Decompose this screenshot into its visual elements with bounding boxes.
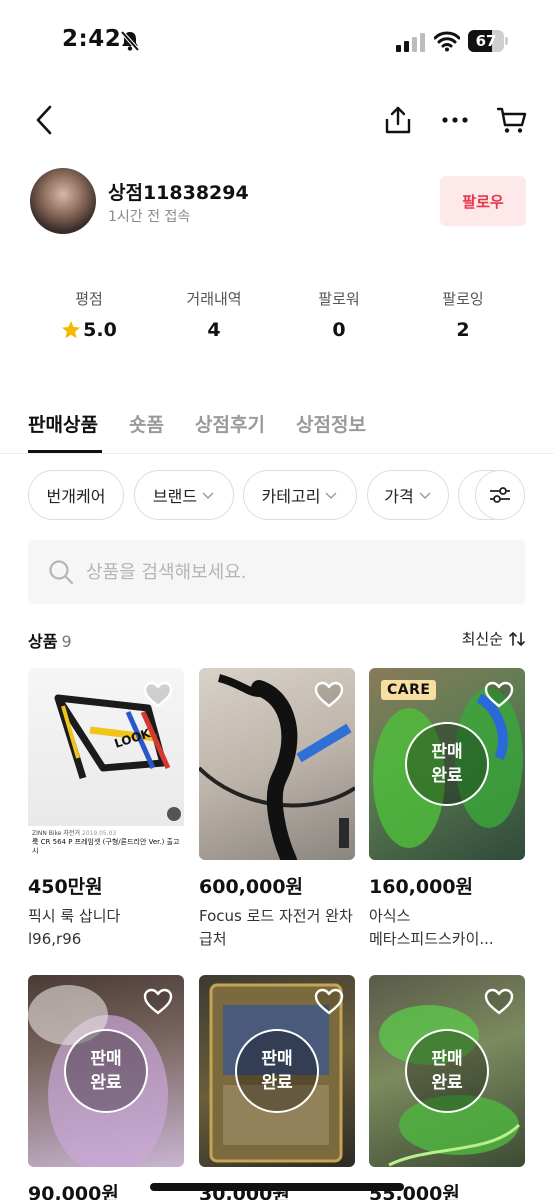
chevron-down-icon <box>202 492 214 499</box>
product-card[interactable]: CARE 판매 완료 160,000원 아식스 메타스피드스카이... <box>369 668 525 951</box>
chevron-down-icon <box>325 492 337 499</box>
product-price: 600,000원 <box>199 876 304 898</box>
sold-badge: 판매 완료 <box>405 1029 489 1113</box>
active-tab-indicator <box>28 450 102 453</box>
signal-icon <box>396 33 425 52</box>
chevron-left-icon <box>36 105 52 135</box>
status-time: 2:42 <box>62 26 122 52</box>
more-button[interactable] <box>431 92 479 148</box>
share-icon <box>385 106 411 134</box>
sort-icon <box>509 631 525 646</box>
product-image[interactable]: CARE 판매 완료 <box>369 668 525 860</box>
product-card[interactable]: 600,000원 Focus 로드 자전거 완차 급처 <box>199 668 355 951</box>
chip-care[interactable]: 번개케어 <box>28 470 124 520</box>
tab-products[interactable]: 판매상품 <box>28 410 98 437</box>
chip-label: 브랜드 <box>152 487 198 506</box>
home-indicator <box>150 1183 404 1191</box>
nav-bar <box>0 92 554 148</box>
shop-stats: 평점 5.0 거래내역 4 팔로워 0 팔로잉 2 <box>0 288 554 344</box>
product-card[interactable]: 판매 완료 90,000원 <box>28 975 184 1200</box>
list-title-label: 상품 <box>28 632 58 651</box>
stat-followers[interactable]: 팔로워 0 <box>279 288 399 341</box>
search-icon <box>49 560 74 585</box>
share-button[interactable] <box>374 92 422 148</box>
heart-icon[interactable] <box>483 680 515 708</box>
bell-muted-icon <box>120 30 140 52</box>
search-input[interactable] <box>86 561 486 583</box>
product-price: 450만원 <box>28 876 103 898</box>
product-card[interactable]: 판매 완료 55,000원 <box>369 975 525 1200</box>
product-title: 픽시 룩 삽니다 l96,r96 <box>28 907 121 948</box>
heart-icon[interactable] <box>313 680 345 708</box>
stat-label: 거래내역 <box>186 290 242 308</box>
stat-rating[interactable]: 평점 5.0 <box>29 288 149 341</box>
sold-badge: 판매 완료 <box>405 722 489 806</box>
heart-icon[interactable] <box>313 987 345 1015</box>
stat-value: 0 <box>332 319 346 341</box>
shop-name: 상점11838294 <box>108 182 249 204</box>
wifi-icon <box>434 31 460 52</box>
tab-reviews[interactable]: 상점후기 <box>195 410 265 437</box>
care-tag: CARE <box>381 680 437 700</box>
product-image[interactable] <box>199 668 355 860</box>
tab-shorts[interactable]: 숏폼 <box>129 410 164 437</box>
image-caption: ZINN Bike 자전거 2019.05.03 룩 CR 564 P 프레임셋… <box>28 826 184 860</box>
product-title-line: 아식스 <box>369 907 411 925</box>
list-title: 상품 9 <box>28 628 72 652</box>
product-price: 160,000원 <box>369 876 474 898</box>
product-title: Focus 로드 자전거 완차 급처 <box>199 907 353 948</box>
last-seen: 1시간 전 접속 <box>108 209 191 225</box>
battery-indicator: 67 <box>468 30 508 52</box>
heart-icon[interactable] <box>142 680 174 708</box>
frame-brand-text: LOOK <box>113 726 153 751</box>
shop-tabs: 판매상품 숏폼 상점후기 상점정보 <box>0 404 554 454</box>
status-bar: 2:42 67 <box>0 0 554 84</box>
chip-category[interactable]: 카테고리 <box>243 470 357 520</box>
product-title: 아식스 메타스피드스카이... <box>369 905 525 951</box>
product-image[interactable]: LOOK ZINN Bike 자전거 2019.05.03 룩 CR 564 P… <box>28 668 184 860</box>
star-icon <box>62 321 81 339</box>
sort-button[interactable]: 최신순 <box>462 628 525 649</box>
filter-settings-button[interactable] <box>475 470 525 520</box>
product-image[interactable]: 판매 완료 <box>28 975 184 1167</box>
stat-following[interactable]: 팔로잉 2 <box>403 288 523 341</box>
chip-label: 카테고리 <box>261 487 321 506</box>
sold-badge: 판매 완료 <box>235 1029 319 1113</box>
more-icon <box>442 117 468 123</box>
chip-price[interactable]: 가격 <box>367 470 449 520</box>
product-image[interactable]: 판매 완료 <box>199 975 355 1167</box>
stat-value: 4 <box>207 319 221 341</box>
product-card[interactable]: 판매 완료 30,000원 <box>199 975 355 1200</box>
stat-label: 평점 <box>75 290 103 308</box>
sliders-icon <box>490 487 510 503</box>
stat-transactions[interactable]: 거래내역 4 <box>154 288 274 341</box>
chip-label: 가격 <box>384 487 414 506</box>
back-button[interactable] <box>20 92 68 148</box>
heart-icon[interactable] <box>483 987 515 1015</box>
follow-button[interactable]: 팔로우 <box>440 176 526 226</box>
list-count: 9 <box>61 632 72 651</box>
stat-label: 팔로워 <box>318 290 360 308</box>
product-card[interactable]: LOOK ZINN Bike 자전거 2019.05.03 룩 CR 564 P… <box>28 668 184 951</box>
tab-shop-info[interactable]: 상점정보 <box>296 410 366 437</box>
stat-value: 2 <box>456 319 470 341</box>
product-image[interactable]: 판매 완료 <box>369 975 525 1167</box>
avatar[interactable] <box>30 168 96 234</box>
sort-label: 최신순 <box>461 630 503 648</box>
list-header: 상품 9 최신순 <box>28 628 525 654</box>
heart-icon[interactable] <box>142 987 174 1015</box>
chip-brand[interactable]: 브랜드 <box>134 470 234 520</box>
battery-percent: 67 <box>475 32 497 50</box>
chip-label: 번개케어 <box>46 487 106 506</box>
product-search <box>28 540 525 604</box>
product-title-line: 메타스피드스카이... <box>369 930 494 948</box>
cart-button[interactable] <box>488 92 536 148</box>
stat-label: 팔로잉 <box>442 290 484 308</box>
sold-badge: 판매 완료 <box>64 1029 148 1113</box>
cart-icon <box>497 107 527 133</box>
chevron-down-icon <box>419 492 431 499</box>
shop-profile: 상점11838294 1시간 전 접속 팔로우 <box>30 168 526 236</box>
stat-value: 5.0 <box>83 319 117 341</box>
